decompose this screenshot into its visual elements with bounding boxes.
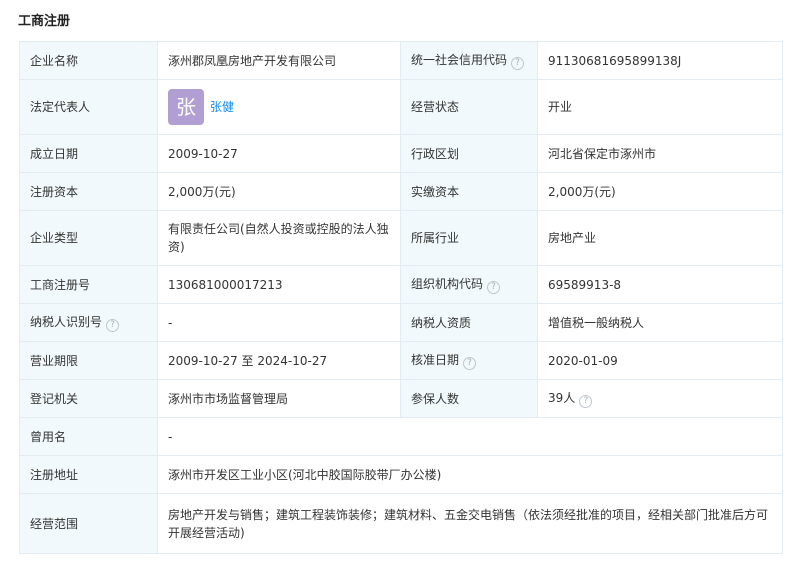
table-row: 营业期限 2009-10-27 至 2024-10-27 核准日期? 2020-… — [19, 341, 783, 380]
table-row: 企业类型 有限责任公司(自然人投资或控股的法人独资) 所属行业 房地产业 — [19, 210, 783, 266]
value-scope: 房地产开发与销售；建筑工程装饰装修；建筑材料、五金交电销售（依法须经批准的项目，… — [157, 493, 783, 554]
value-text: 39人 — [548, 391, 576, 405]
value-org-code: 69589913-8 — [537, 265, 783, 304]
label-legal-rep: 法定代表人 — [19, 79, 158, 135]
help-icon[interactable]: ? — [487, 281, 501, 294]
table-row: 曾用名 - — [19, 417, 783, 456]
help-icon[interactable]: ? — [463, 357, 477, 370]
label-reg-capital: 注册资本 — [19, 172, 158, 211]
value-company-name: 涿州郡凤凰房地产开发有限公司 — [157, 41, 401, 80]
table-row: 工商注册号 130681000017213 组织机构代码? 69589913-8 — [19, 265, 783, 304]
label-text: 统一社会信用代码 — [411, 53, 508, 67]
value-status: 开业 — [537, 79, 783, 135]
table-row: 法定代表人 张 张健 经营状态 开业 — [19, 79, 783, 135]
value-paid-capital: 2,000万(元) — [537, 172, 783, 211]
label-insured: 参保人数 — [400, 379, 538, 418]
label-org-code: 组织机构代码? — [400, 265, 538, 304]
table-row: 注册地址 涿州市开发区工业小区(河北中胶国际胶带厂办公楼) — [19, 455, 783, 494]
value-business-term: 2009-10-27 至 2024-10-27 — [157, 341, 401, 380]
label-company-type: 企业类型 — [19, 210, 158, 266]
section-title: 工商注册 — [18, 14, 71, 29]
label-company-name: 企业名称 — [19, 41, 158, 80]
label-authority: 登记机关 — [19, 379, 158, 418]
value-credit-code: 91130681695899138J — [537, 41, 783, 80]
label-text: 核准日期 — [411, 353, 460, 367]
value-approval-date: 2020-01-09 — [537, 341, 783, 380]
help-icon[interactable]: ? — [511, 57, 525, 70]
label-address: 注册地址 — [19, 455, 158, 494]
value-legal-rep: 张 张健 — [157, 79, 401, 135]
label-taxpayer-id: 纳税人识别号? — [19, 303, 158, 342]
label-text: 纳税人识别号 — [30, 315, 103, 329]
avatar[interactable]: 张 — [168, 89, 204, 125]
business-registration-table: 企业名称 涿州郡凤凰房地产开发有限公司 统一社会信用代码? 9113068169… — [19, 41, 783, 554]
label-reg-number: 工商注册号 — [19, 265, 158, 304]
legal-rep-link[interactable]: 张健 — [210, 98, 234, 116]
value-former-name: - — [157, 417, 783, 456]
label-status: 经营状态 — [400, 79, 538, 135]
label-business-term: 营业期限 — [19, 341, 158, 380]
value-taxpayer-id: - — [157, 303, 401, 342]
table-row: 注册资本 2,000万(元) 实缴资本 2,000万(元) — [19, 172, 783, 211]
value-reg-number: 130681000017213 — [157, 265, 401, 304]
label-approval-date: 核准日期? — [400, 341, 538, 380]
table-row: 纳税人识别号? - 纳税人资质 增值税一般纳税人 — [19, 303, 783, 342]
label-founded: 成立日期 — [19, 134, 158, 173]
value-industry: 房地产业 — [537, 210, 783, 266]
label-paid-capital: 实缴资本 — [400, 172, 538, 211]
table-row: 企业名称 涿州郡凤凰房地产开发有限公司 统一社会信用代码? 9113068169… — [19, 41, 783, 80]
label-text: 组织机构代码 — [411, 277, 484, 291]
table-row: 成立日期 2009-10-27 行政区划 河北省保定市涿州市 — [19, 134, 783, 173]
label-credit-code: 统一社会信用代码? — [400, 41, 538, 80]
label-taxpayer-type: 纳税人资质 — [400, 303, 538, 342]
label-scope: 经营范围 — [19, 493, 158, 554]
table-row: 登记机关 涿州市市场监督管理局 参保人数 39人? — [19, 379, 783, 418]
value-taxpayer-type: 增值税一般纳税人 — [537, 303, 783, 342]
value-founded: 2009-10-27 — [157, 134, 401, 173]
help-icon[interactable]: ? — [106, 319, 120, 332]
value-company-type: 有限责任公司(自然人投资或控股的法人独资) — [157, 210, 401, 266]
value-address: 涿州市开发区工业小区(河北中胶国际胶带厂办公楼) — [157, 455, 783, 494]
value-insured: 39人? — [537, 379, 783, 418]
value-authority: 涿州市市场监督管理局 — [157, 379, 401, 418]
label-former-name: 曾用名 — [19, 417, 158, 456]
table-row: 经营范围 房地产开发与销售；建筑工程装饰装修；建筑材料、五金交电销售（依法须经批… — [19, 493, 783, 554]
label-industry: 所属行业 — [400, 210, 538, 266]
value-reg-capital: 2,000万(元) — [157, 172, 401, 211]
label-region: 行政区划 — [400, 134, 538, 173]
value-region: 河北省保定市涿州市 — [537, 134, 783, 173]
help-icon[interactable]: ? — [579, 395, 593, 408]
